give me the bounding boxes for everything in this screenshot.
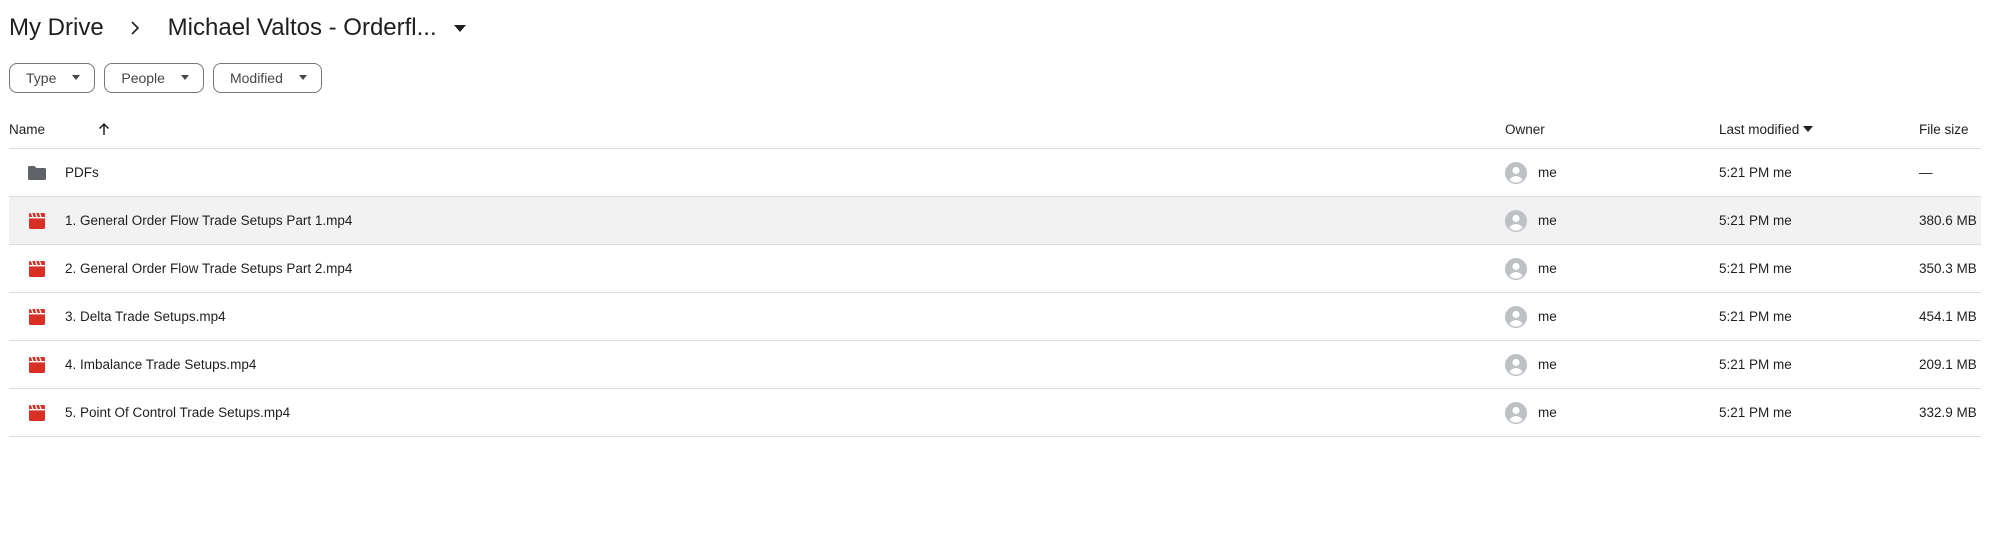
avatar-icon	[1505, 257, 1527, 280]
name-cell: 5. Point Of Control Trade Setups.mp4	[27, 389, 290, 436]
caret-down-icon	[72, 75, 81, 81]
size-header-label: File size	[1919, 121, 1969, 137]
file-name[interactable]: 3. Delta Trade Setups.mp4	[65, 309, 226, 324]
name-cell: 4. Imbalance Trade Setups.mp4	[27, 341, 256, 388]
last-modified-text: 5:21 PM me	[1719, 309, 1792, 324]
file-size-column-header[interactable]: File size	[1919, 122, 1969, 137]
breadcrumb-my-drive[interactable]: My Drive	[9, 14, 104, 42]
file-size-cell: 380.6 MB	[1919, 197, 1977, 244]
owner-name: me	[1538, 165, 1557, 180]
name-cell: PDFs	[27, 149, 99, 196]
owner-name: me	[1538, 213, 1557, 228]
table-body: PDFs me 5:21 PM me — 1. General Order Flow T…	[9, 149, 1981, 437]
people-filter-label: People	[121, 70, 165, 86]
last-modified-text: 5:21 PM me	[1719, 357, 1792, 372]
table-row[interactable]: 5. Point Of Control Trade Setups.mp4 me 5:…	[9, 389, 1981, 437]
file-size-text: 209.1 MB	[1919, 357, 1977, 372]
file-name[interactable]: 2. General Order Flow Trade Setups Part …	[65, 261, 352, 276]
filter-chips: Type People Modified	[9, 63, 322, 93]
video-file-icon	[27, 355, 47, 375]
owner-cell: me	[1505, 197, 1557, 244]
avatar-icon	[1505, 401, 1527, 424]
table-row[interactable]: 2. General Order Flow Trade Setups Part …	[9, 245, 1981, 293]
last-modified-cell: 5:21 PM me	[1719, 293, 1792, 340]
avatar-icon	[1505, 209, 1527, 232]
owner-cell: me	[1505, 245, 1557, 292]
file-size-text: 380.6 MB	[1919, 213, 1977, 228]
people-filter-button[interactable]: People	[104, 63, 204, 93]
video-file-icon	[27, 211, 47, 231]
modified-filter-button[interactable]: Modified	[212, 63, 322, 93]
folder-icon	[27, 163, 47, 183]
owner-header-label: Owner	[1505, 121, 1545, 137]
file-name[interactable]: PDFs	[65, 165, 99, 180]
file-list-table: Name Owner Last modified File size PDFs m…	[9, 110, 1981, 437]
caret-down-icon	[1803, 126, 1814, 132]
type-filter-button[interactable]: Type	[9, 63, 96, 93]
caret-down-icon	[453, 21, 467, 35]
file-name[interactable]: 4. Imbalance Trade Setups.mp4	[65, 357, 256, 372]
file-name[interactable]: 5. Point Of Control Trade Setups.mp4	[65, 405, 290, 420]
owner-cell: me	[1505, 389, 1557, 436]
modified-filter-label: Modified	[229, 70, 283, 86]
name-column-header[interactable]: Name	[9, 122, 111, 137]
file-size-text: 454.1 MB	[1919, 309, 1977, 324]
last-modified-text: 5:21 PM me	[1719, 165, 1792, 180]
file-size-cell: 332.9 MB	[1919, 389, 1977, 436]
file-size-text: —	[1919, 165, 1933, 180]
table-row[interactable]: 3. Delta Trade Setups.mp4 me 5:21 PM me 454…	[9, 293, 1981, 341]
caret-down-icon	[298, 75, 307, 81]
file-size-cell: —	[1919, 149, 1933, 196]
chevron-right-icon	[124, 17, 146, 39]
breadcrumb: My Drive Michael Valtos - Orderfl...	[9, 10, 467, 46]
last-modified-text: 5:21 PM me	[1719, 405, 1792, 420]
video-file-icon	[27, 259, 47, 279]
last-modified-text: 5:21 PM me	[1719, 261, 1792, 276]
owner-cell: me	[1505, 341, 1557, 388]
avatar-icon	[1505, 161, 1527, 184]
table-row[interactable]: 1. General Order Flow Trade Setups Part …	[9, 197, 1981, 245]
name-cell: 1. General Order Flow Trade Setups Part …	[27, 197, 352, 244]
last-modified-cell: 5:21 PM me	[1719, 245, 1792, 292]
owner-name: me	[1538, 405, 1557, 420]
file-size-text: 332.9 MB	[1919, 405, 1977, 420]
last-modified-cell: 5:21 PM me	[1719, 341, 1792, 388]
owner-name: me	[1538, 309, 1557, 324]
name-header-label: Name	[9, 121, 46, 137]
last-modified-column-header[interactable]: Last modified	[1719, 121, 1814, 137]
name-cell: 3. Delta Trade Setups.mp4	[27, 293, 226, 340]
video-file-icon	[27, 403, 47, 423]
caret-down-icon	[180, 75, 189, 81]
current-folder-label: Michael Valtos - Orderfl...	[167, 14, 437, 41]
video-file-icon	[27, 307, 47, 327]
arrow-up-icon[interactable]	[97, 122, 111, 136]
avatar-icon	[1505, 353, 1527, 376]
owner-cell: me	[1505, 149, 1557, 196]
table-header: Name Owner Last modified File size	[9, 110, 1981, 149]
owner-column-header[interactable]: Owner	[1505, 122, 1545, 137]
name-cell: 2. General Order Flow Trade Setups Part …	[27, 245, 352, 292]
owner-name: me	[1538, 357, 1557, 372]
avatar-icon	[1505, 305, 1527, 328]
file-size-text: 350.3 MB	[1919, 261, 1977, 276]
last-modified-text: 5:21 PM me	[1719, 213, 1792, 228]
table-row[interactable]: 4. Imbalance Trade Setups.mp4 me 5:21 PM m…	[9, 341, 1981, 389]
owner-cell: me	[1505, 293, 1557, 340]
last-modified-cell: 5:21 PM me	[1719, 389, 1792, 436]
type-filter-label: Type	[26, 70, 57, 86]
file-name[interactable]: 1. General Order Flow Trade Setups Part …	[65, 213, 352, 228]
breadcrumb-current-folder[interactable]: Michael Valtos - Orderfl...	[168, 14, 467, 42]
file-size-cell: 454.1 MB	[1919, 293, 1977, 340]
table-row[interactable]: PDFs me 5:21 PM me —	[9, 149, 1981, 197]
last-modified-cell: 5:21 PM me	[1719, 149, 1792, 196]
file-size-cell: 350.3 MB	[1919, 245, 1977, 292]
modified-header-label: Last modified	[1719, 121, 1800, 137]
owner-name: me	[1538, 261, 1557, 276]
last-modified-cell: 5:21 PM me	[1719, 197, 1792, 244]
file-size-cell: 209.1 MB	[1919, 341, 1977, 388]
